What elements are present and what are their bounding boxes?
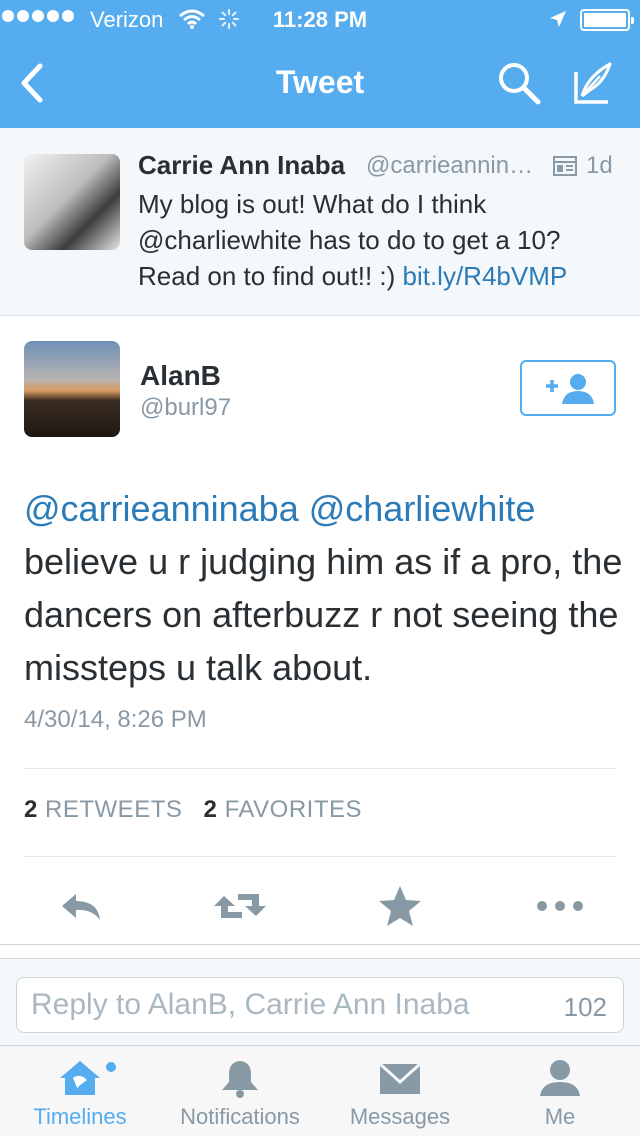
original-tweet-time: 1d <box>586 152 613 179</box>
tab-notifications[interactable]: Notifications <box>160 1046 320 1136</box>
reply-bar: Reply to AlanB, Carrie Ann Inaba 102 <box>0 958 640 1046</box>
original-author-name: Carrie Ann Inaba <box>138 150 346 180</box>
character-count: 102 <box>563 992 607 1022</box>
tab-label: Messages <box>349 1104 451 1129</box>
compose-feather-icon[interactable] <box>566 58 618 110</box>
original-tweet-link[interactable]: bit.ly/R4bVMP <box>403 261 568 291</box>
nav-bar: Tweet <box>0 40 640 128</box>
tab-label: Timelines <box>33 1104 127 1129</box>
person-icon <box>540 1060 580 1096</box>
tab-label: Me <box>544 1104 576 1129</box>
tab-messages[interactable]: Messages <box>320 1046 480 1136</box>
location-arrow-icon <box>550 11 566 27</box>
tab-label: Notifications <box>180 1104 300 1129</box>
avatar[interactable] <box>24 154 120 250</box>
home-icon <box>60 1061 100 1095</box>
summary-card-icon <box>553 156 577 176</box>
reply-icon[interactable] <box>54 880 106 932</box>
reply-placeholder: Reply to AlanB, Carrie Ann Inaba <box>31 988 470 1021</box>
author-avatar[interactable] <box>24 341 120 437</box>
in-reply-to-tweet[interactable]: Carrie Ann Inaba @carrieanninaba 1d My b… <box>0 128 640 316</box>
unread-indicator <box>106 1062 116 1072</box>
tweet-text: @carrieanninaba @charliewhite believe u … <box>24 482 624 694</box>
tab-bar: Timelines Notifications Messages Me <box>0 1046 640 1136</box>
favorites-count[interactable]: 2 <box>204 796 218 823</box>
divider <box>24 768 616 769</box>
retweet-icon[interactable] <box>214 880 266 932</box>
favorites-label[interactable]: FAVORITES <box>225 796 362 823</box>
original-tweet-text: My blog is out! What do I think @charlie… <box>138 186 618 294</box>
add-user-icon <box>546 374 594 404</box>
tweet-timestamp: 4/30/14, 8:26 PM <box>24 706 207 733</box>
envelope-icon <box>378 1062 422 1094</box>
author-name[interactable]: AlanB <box>140 360 221 392</box>
tab-me[interactable]: Me <box>480 1046 640 1136</box>
divider <box>24 856 616 857</box>
bell-icon <box>222 1061 258 1098</box>
search-icon[interactable] <box>494 58 544 108</box>
tweet-actions <box>0 870 640 940</box>
divider <box>0 944 640 945</box>
status-bar: Verizon 11:28 PM <box>0 0 640 40</box>
status-time: 11:28 PM <box>272 7 368 32</box>
mention-link[interactable]: @charliewhite <box>309 488 536 529</box>
reply-input[interactable]: Reply to AlanB, Carrie Ann Inaba 102 <box>16 977 624 1033</box>
tab-timelines[interactable]: Timelines <box>0 1046 160 1136</box>
retweets-label[interactable]: RETWEETS <box>45 796 182 823</box>
mention-link[interactable]: @carrieanninaba <box>24 488 299 529</box>
page-title: Tweet <box>275 64 365 100</box>
tweet-body: believe u r judging him as if a pro, the… <box>24 541 623 688</box>
battery-icon <box>580 9 634 31</box>
more-options-icon[interactable] <box>534 880 586 932</box>
tweet-stats: 2 RETWEETS 2 FAVORITES <box>24 796 362 824</box>
follow-button[interactable] <box>520 360 616 416</box>
retweets-count[interactable]: 2 <box>24 796 38 823</box>
favorite-star-icon[interactable] <box>374 880 426 932</box>
header: Verizon 11:28 PM Tweet <box>0 0 640 128</box>
original-author-handle: @carrieanninaba <box>366 152 546 179</box>
author-handle[interactable]: @burl97 <box>140 394 231 422</box>
